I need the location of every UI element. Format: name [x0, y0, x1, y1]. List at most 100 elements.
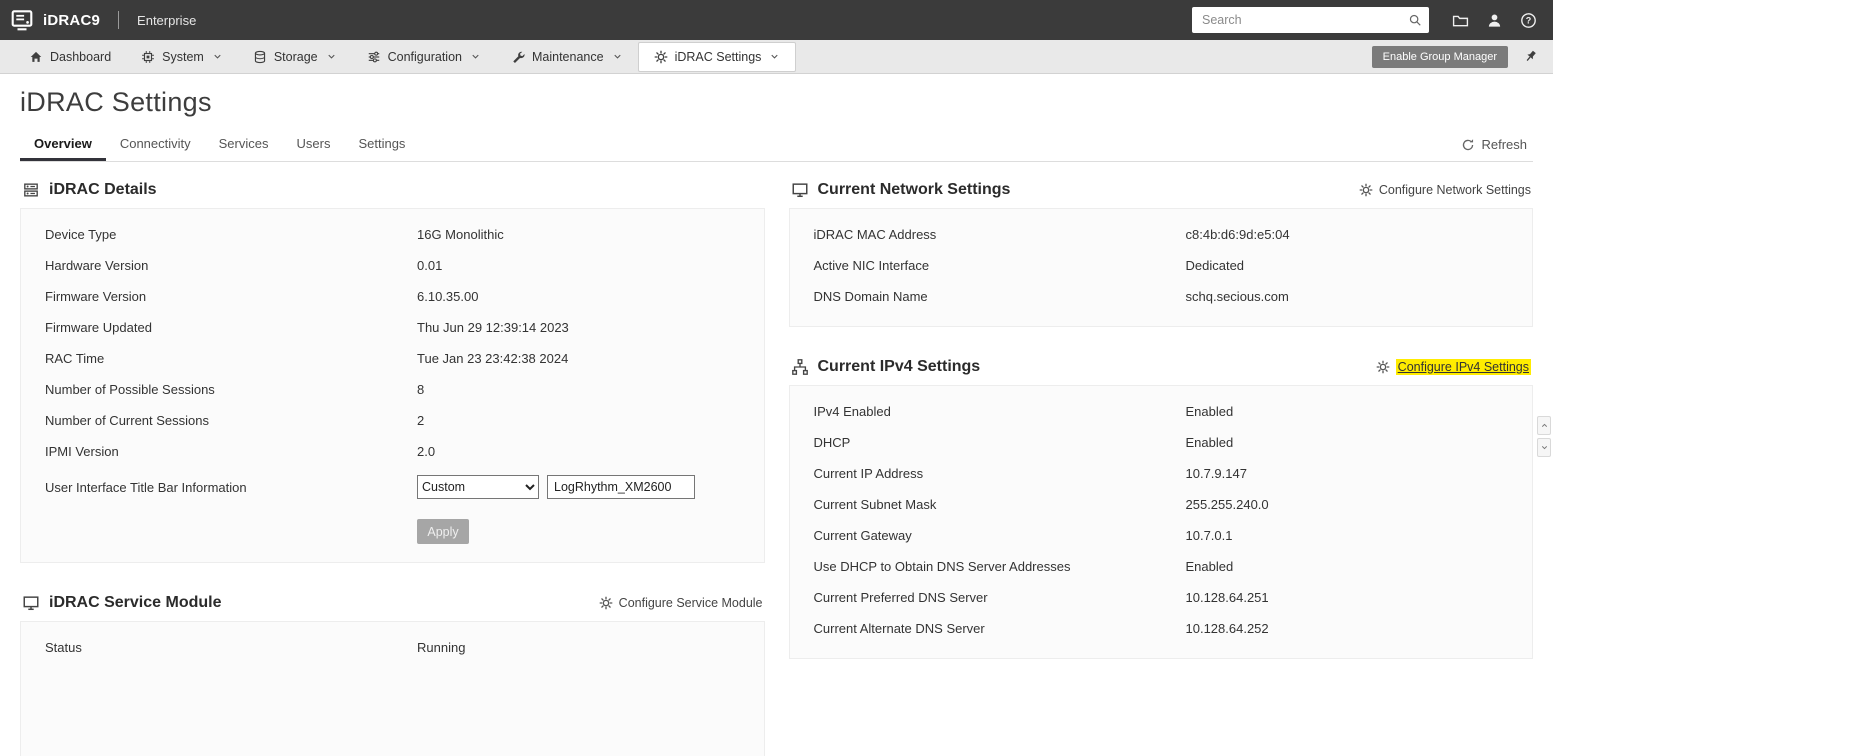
folder-button[interactable] [1447, 7, 1473, 33]
row-label: Number of Possible Sessions [45, 382, 215, 397]
detail-row: RAC Time Tue Jan 23 23:42:38 2024 [21, 343, 764, 374]
search-box [1192, 7, 1429, 33]
row-label: Current Alternate DNS Server [813, 621, 985, 636]
configure-ipv4-settings-link[interactable]: Configure IPv4 Settings [1376, 359, 1531, 375]
chip-icon [141, 50, 155, 64]
chevron-down-icon [1540, 443, 1549, 452]
sliders-icon [367, 50, 381, 64]
pin-nav-button[interactable] [1517, 44, 1543, 70]
card-body: IPv4 Enabled Enabled DHCP Enabled Curren… [788, 385, 1533, 659]
nav-item-label: Dashboard [50, 49, 112, 64]
row-value: 0.01 [417, 258, 443, 273]
page-content: iDRAC Settings Overview Connectivity Ser… [0, 87, 1553, 756]
detail-row: Current Preferred DNS Server 10.128.64.2… [790, 582, 1533, 613]
title-bar-controls: Custom [417, 475, 740, 499]
card-title: Current IPv4 Settings [817, 358, 981, 375]
detail-row: iDRAC MAC Address c8:4b:d6:9d:e5:04 [790, 219, 1533, 250]
pin-icon [1523, 49, 1538, 64]
home-icon [29, 50, 43, 64]
help-button[interactable] [1515, 7, 1541, 33]
nav-item-dashboard[interactable]: Dashboard [14, 40, 126, 74]
tab-overview[interactable]: Overview [20, 128, 106, 161]
nav-item-label: System [162, 49, 204, 64]
folder-icon [1452, 12, 1469, 29]
detail-row: Current Alternate DNS Server 10.128.64.2… [790, 613, 1533, 644]
chevron-down-icon [326, 51, 337, 62]
gear-icon [1376, 360, 1390, 374]
row-label: Active NIC Interface [813, 258, 930, 273]
tab-bar: Overview Connectivity Services Users Set… [20, 128, 1533, 162]
nav-item-storage[interactable]: Storage [238, 40, 352, 74]
scrollbar[interactable] [1537, 416, 1551, 457]
page-title: iDRAC Settings [20, 87, 212, 117]
service-module-card: iDRAC Service Module Configure Service M… [20, 589, 765, 756]
user-button[interactable] [1481, 7, 1507, 33]
row-label: iDRAC MAC Address [813, 227, 937, 242]
tab-connectivity[interactable]: Connectivity [106, 128, 205, 161]
detail-row: Hardware Version 0.01 [21, 250, 764, 281]
monitor-icon [22, 594, 40, 612]
title-bar-text-input[interactable] [547, 475, 695, 499]
scroll-down-button[interactable] [1537, 438, 1551, 457]
brand-block: iDRAC9 Enterprise [10, 8, 196, 32]
card-body: Status Running [20, 621, 765, 756]
row-label: User Interface Title Bar Information [45, 479, 247, 495]
tab-users[interactable]: Users [283, 128, 345, 161]
row-value: schq.secious.com [1185, 289, 1289, 304]
nav-item-maintenance[interactable]: Maintenance [496, 40, 638, 74]
row-value: 8 [417, 382, 425, 397]
card-header: Current Network Settings Configure Netwo… [789, 176, 1534, 208]
detail-row: Device Type 16G Monolithic [21, 219, 764, 250]
apply-button[interactable]: Apply [417, 519, 469, 544]
detail-row: Active NIC Interface Dedicated [790, 250, 1533, 281]
brand-name: iDRAC9 [43, 11, 101, 29]
storage-icon [253, 50, 267, 64]
nav-item-idrac-settings[interactable]: iDRAC Settings [637, 41, 797, 72]
detail-row: DNS Domain Name schq.secious.com [790, 281, 1533, 312]
title-bar-mode-select[interactable]: Custom [417, 475, 539, 499]
row-value: Tue Jan 23 23:42:38 2024 [417, 351, 569, 366]
row-value: 16G Monolithic [417, 227, 504, 242]
idrac-details-card: iDRAC Details Device Type 16G Monolithic… [20, 176, 765, 563]
configure-service-module-link[interactable]: Configure Service Module [599, 596, 763, 610]
wrench-icon [511, 50, 525, 64]
tab-settings[interactable]: Settings [344, 128, 419, 161]
scroll-up-button[interactable] [1537, 416, 1551, 435]
apply-row-spacer [45, 519, 417, 544]
tab-services[interactable]: Services [205, 128, 283, 161]
network-icon [791, 358, 809, 376]
row-value: Enabled [1185, 559, 1234, 574]
chevron-down-icon [612, 51, 623, 62]
card-header: iDRAC Service Module Configure Service M… [20, 589, 765, 621]
configure-network-settings-link[interactable]: Configure Network Settings [1359, 183, 1531, 197]
chevron-down-icon [470, 51, 481, 62]
row-value: 10.128.64.252 [1185, 621, 1269, 636]
row-value: Dedicated [1185, 258, 1245, 273]
row-label: IPMI Version [45, 444, 119, 459]
nav-item-label: iDRAC Settings [674, 49, 762, 64]
content-columns: iDRAC Details Device Type 16G Monolithic… [20, 176, 1533, 756]
row-label: Use DHCP to Obtain DNS Server Addresses [813, 559, 1071, 574]
row-value: 255.255.240.0 [1185, 497, 1269, 512]
refresh-button[interactable]: Refresh [1461, 137, 1533, 161]
nav-item-configuration[interactable]: Configuration [352, 40, 496, 74]
enable-group-manager-button[interactable]: Enable Group Manager [1371, 45, 1508, 68]
row-value: Enabled [1185, 404, 1234, 419]
refresh-label: Refresh [1481, 137, 1527, 152]
detail-row: Current Subnet Mask 255.255.240.0 [790, 489, 1533, 520]
search-input[interactable] [1192, 7, 1429, 33]
detail-row: Status Running [21, 632, 764, 663]
nav-item-system[interactable]: System [126, 40, 238, 74]
idrac-app-window: iDRAC9 Enterprise Dashboard System [0, 0, 1553, 756]
row-value: 2.0 [417, 444, 436, 459]
card-header: iDRAC Details [20, 176, 765, 208]
card-title: iDRAC Service Module [49, 594, 222, 611]
brand-edition: Enterprise [137, 12, 197, 28]
row-label: Hardware Version [45, 258, 149, 273]
row-value: 6.10.35.00 [417, 289, 479, 304]
row-label: DHCP [813, 435, 851, 450]
apply-row: Apply [21, 507, 764, 548]
gear-icon [1359, 183, 1373, 197]
gear-icon [654, 50, 668, 64]
idrac-logo-icon [10, 8, 34, 32]
